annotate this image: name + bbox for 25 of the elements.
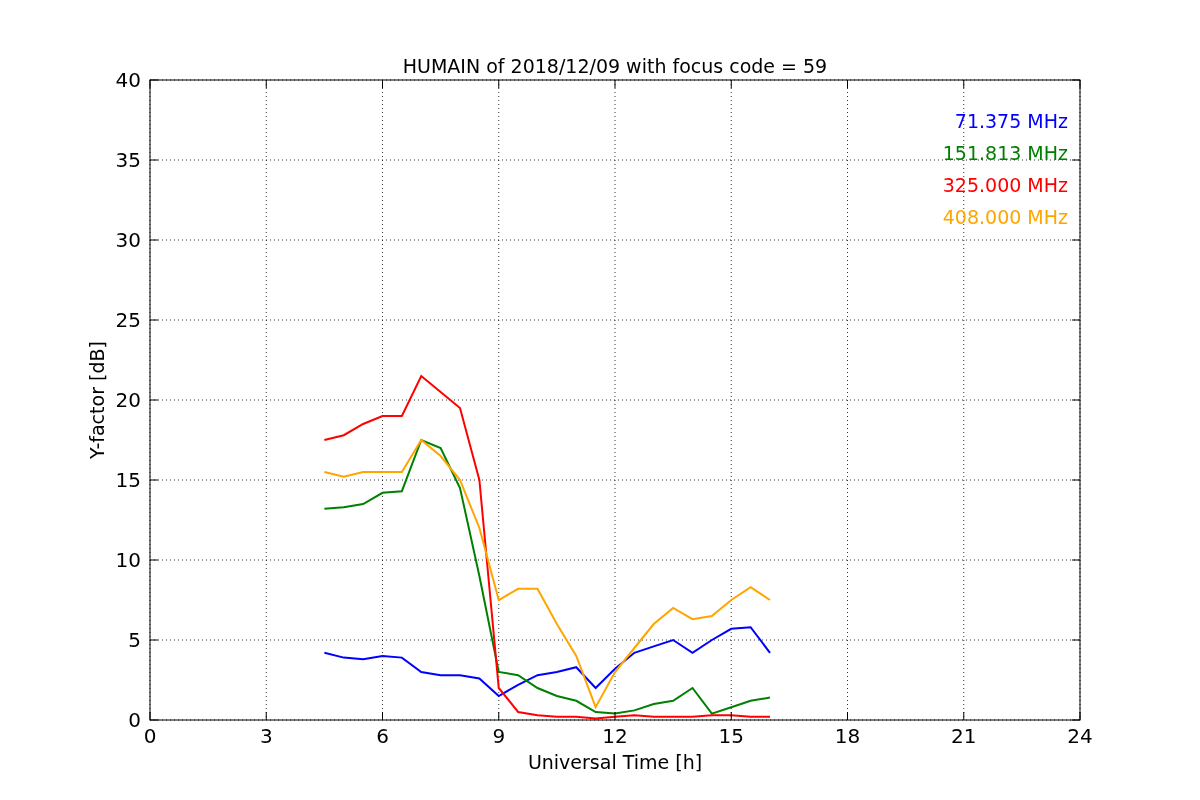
- x-tick-label: 9: [492, 724, 506, 748]
- x-tick-label: 0: [143, 724, 157, 748]
- y-axis-label: Y-factor [dB]: [86, 341, 108, 459]
- x-axis-label: Universal Time [h]: [527, 751, 703, 773]
- x-tick-label: 3: [259, 724, 273, 748]
- x-tick-label: 24: [1067, 724, 1093, 748]
- x-tick-label: 18: [834, 724, 861, 748]
- y-tick-label: 5: [128, 628, 141, 652]
- x-tick-label: 15: [718, 724, 744, 748]
- chart-title: HUMAIN of 2018/12/09 with focus code = 59: [402, 55, 828, 77]
- x-tick-label: 12: [602, 724, 628, 748]
- legend-label: 408.000 MHz: [942, 206, 1068, 228]
- y-tick-label: 25: [115, 308, 141, 332]
- y-tick-label: 35: [115, 148, 141, 172]
- y-tick-label: 10: [115, 548, 141, 572]
- y-tick-label: 15: [115, 468, 141, 492]
- legend-label: 71.375 MHz: [954, 110, 1068, 132]
- legend-label: 151.813 MHz: [942, 142, 1068, 164]
- y-tick-label: 30: [115, 228, 141, 252]
- x-tick-label: 21: [951, 724, 977, 748]
- y-tick-label: 0: [128, 708, 141, 732]
- y-tick-label: 20: [115, 388, 141, 412]
- legend-label: 325.000 MHz: [942, 174, 1068, 196]
- y-tick-label: 40: [115, 68, 141, 92]
- x-tick-label: 6: [376, 724, 389, 748]
